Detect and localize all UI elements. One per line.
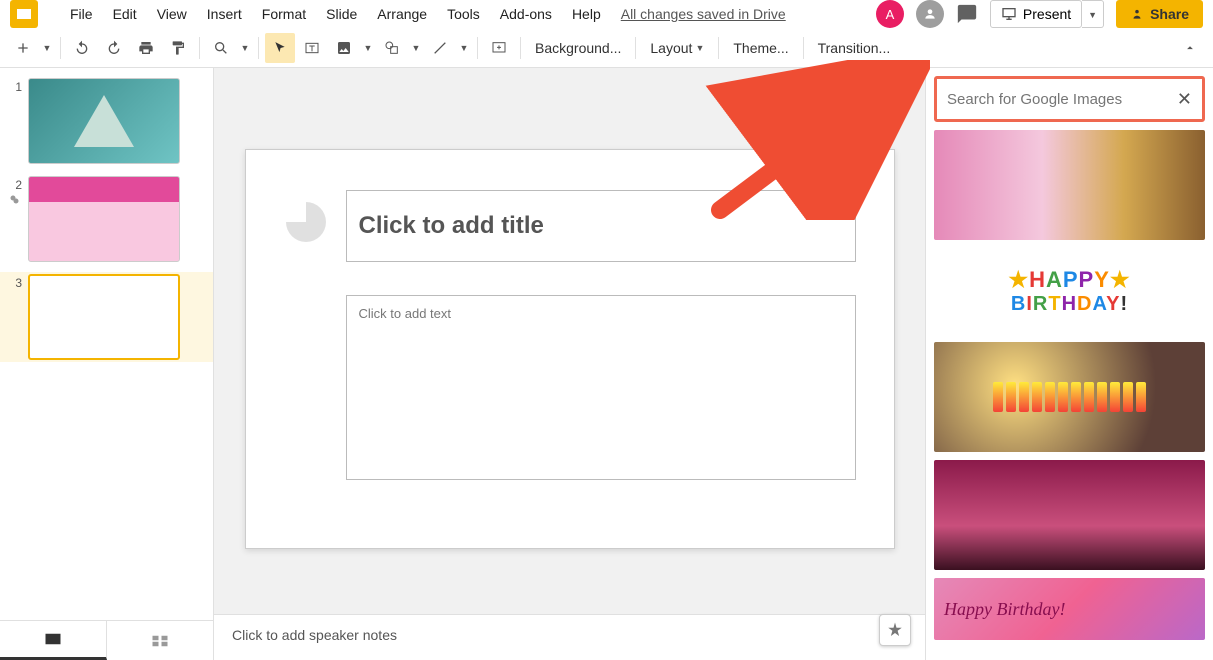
menu-insert[interactable]: Insert	[199, 2, 250, 26]
anon-avatar[interactable]	[916, 0, 944, 28]
grid-view-button[interactable]	[107, 621, 214, 660]
present-dropdown[interactable]: ▼	[1082, 0, 1104, 28]
toolbar: ▼ ▼ ▼ ▼ ▼ Background... Layout▼ Theme...…	[0, 28, 1213, 68]
new-slide-dropdown[interactable]: ▼	[40, 33, 54, 63]
slide-canvas[interactable]: Click to add title Click to add text	[245, 149, 895, 549]
image-search-panel: ✕ ★HAPPY★ BIRTHDAY! Happy Birthday!	[925, 68, 1213, 660]
undo-button[interactable]	[67, 33, 97, 63]
result-text: BIRTHDAY!	[1011, 293, 1128, 316]
menu-format[interactable]: Format	[254, 2, 314, 26]
theme-button[interactable]: Theme...	[725, 36, 796, 60]
comment-button[interactable]	[484, 33, 514, 63]
print-button[interactable]	[131, 33, 161, 63]
slide-thumbnail-3[interactable]	[28, 274, 180, 360]
image-dropdown[interactable]: ▼	[361, 33, 375, 63]
present-label: Present	[1023, 6, 1071, 22]
slide-decoration	[286, 202, 326, 242]
image-tool[interactable]	[329, 33, 359, 63]
canvas-area: Click to add title Click to add text Cli…	[214, 68, 925, 660]
line-dropdown[interactable]: ▼	[457, 33, 471, 63]
speaker-notes[interactable]: Click to add speaker notes	[214, 614, 925, 660]
menu-addons[interactable]: Add-ons	[492, 2, 560, 26]
background-button[interactable]: Background...	[527, 36, 629, 60]
share-label: Share	[1150, 6, 1189, 22]
menu-tools[interactable]: Tools	[439, 2, 488, 26]
image-result[interactable]: Happy Birthday!	[934, 578, 1205, 640]
new-slide-button[interactable]	[8, 33, 38, 63]
zoom-dropdown[interactable]: ▼	[238, 33, 252, 63]
close-icon[interactable]: ✕	[1177, 89, 1192, 110]
slides-logo-icon[interactable]	[10, 0, 38, 28]
present-button[interactable]: Present	[990, 0, 1082, 28]
image-result[interactable]	[934, 460, 1205, 570]
body-placeholder[interactable]: Click to add text	[346, 295, 856, 480]
user-avatar[interactable]: A	[876, 0, 904, 28]
thumb-number: 2	[8, 176, 22, 192]
transition-button[interactable]: Transition...	[810, 36, 899, 60]
menu-help[interactable]: Help	[564, 2, 609, 26]
menu-file[interactable]: File	[62, 2, 101, 26]
select-tool[interactable]	[265, 33, 295, 63]
menu-view[interactable]: View	[149, 2, 195, 26]
save-status[interactable]: All changes saved in Drive	[621, 6, 786, 22]
body-text: Click to add text	[359, 306, 843, 321]
slide-thumbnail-2[interactable]	[28, 176, 180, 262]
menu-edit[interactable]: Edit	[105, 2, 145, 26]
image-search-box: ✕	[934, 76, 1205, 122]
chevron-down-icon: ▼	[695, 43, 704, 53]
transition-icon	[9, 194, 21, 206]
slide-filmstrip: 1 2 3	[0, 68, 214, 660]
image-result[interactable]	[934, 342, 1205, 452]
thumb-number: 3	[8, 274, 22, 290]
title-placeholder[interactable]: Click to add title	[346, 190, 856, 262]
title-text: Click to add title	[359, 212, 544, 240]
comments-icon[interactable]	[956, 3, 978, 25]
thumb-number: 1	[8, 78, 22, 94]
result-text: ★HAPPY★	[1008, 267, 1130, 293]
redo-button[interactable]	[99, 33, 129, 63]
filmstrip-view-button[interactable]	[0, 621, 107, 660]
shape-tool[interactable]	[377, 33, 407, 63]
share-button[interactable]: Share	[1116, 0, 1203, 28]
image-result[interactable]	[934, 130, 1205, 240]
image-search-input[interactable]	[947, 91, 1177, 108]
paint-format-button[interactable]	[163, 33, 193, 63]
collapse-toolbar-icon[interactable]	[1175, 33, 1205, 63]
view-switcher	[0, 620, 214, 660]
explore-button[interactable]	[879, 614, 911, 646]
zoom-button[interactable]	[206, 33, 236, 63]
menubar: File Edit View Insert Format Slide Arran…	[0, 0, 1213, 28]
image-result[interactable]: ★HAPPY★ BIRTHDAY!	[934, 248, 1205, 334]
line-tool[interactable]	[425, 33, 455, 63]
textbox-tool[interactable]	[297, 33, 327, 63]
layout-button[interactable]: Layout▼	[642, 36, 712, 60]
shape-dropdown[interactable]: ▼	[409, 33, 423, 63]
menu-arrange[interactable]: Arrange	[369, 2, 435, 26]
slide-thumbnail-1[interactable]	[28, 78, 180, 164]
menu-slide[interactable]: Slide	[318, 2, 365, 26]
